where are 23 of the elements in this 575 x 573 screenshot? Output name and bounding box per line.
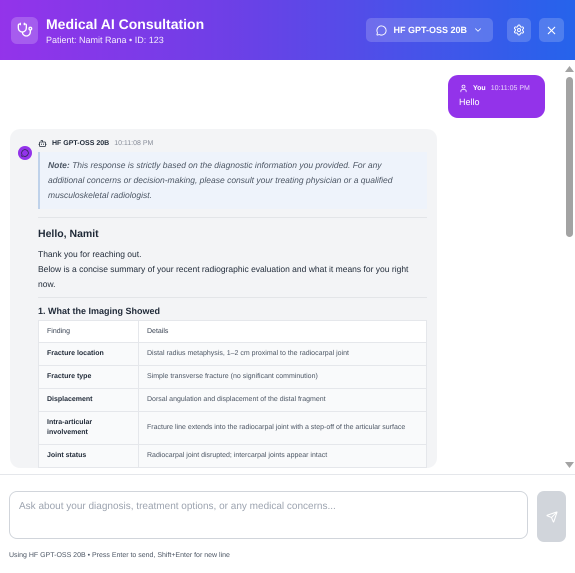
settings-icon <box>513 24 525 36</box>
scrollbar-thumb[interactable] <box>566 77 572 237</box>
message-text: Hello <box>459 97 481 107</box>
send-icon <box>546 510 558 522</box>
stethoscope-icon <box>11 16 38 44</box>
robot-icon <box>38 139 47 148</box>
model-selector[interactable]: HF GPT-OSS 20B <box>366 18 493 42</box>
settings-button[interactable] <box>507 18 531 42</box>
chat-avatar-icon <box>18 146 32 160</box>
message-paragraph: Thank you for reaching out. <box>38 248 142 261</box>
patient-info: Patient: Namit Rana • ID: 123 <box>46 34 165 44</box>
section-heading: 1. What the Imaging Showed <box>38 306 162 316</box>
message-input[interactable]: Ask about your diagnosis, treatment options, or any medical concerns... <box>9 491 528 539</box>
disclaimer-note: Note: This response is strictly based on the diagnostic information you provided. For any additional concerns or decision-making, please consult your treating physician or a qualified musculoskeletal radiologist. <box>38 152 427 209</box>
close-button[interactable] <box>539 18 564 42</box>
chat-bubble-icon <box>376 24 388 36</box>
scroll-up-icon[interactable] <box>564 66 574 72</box>
window-title: Medical AI Consultation <box>46 16 206 32</box>
scroll-down-icon[interactable] <box>564 462 574 468</box>
close-icon <box>545 24 558 36</box>
message-paragraph: Below is a concise summary of your recent radiographic evaluation and what it means for you right now. <box>38 263 410 291</box>
greeting-heading: Hello, Namit <box>38 228 100 240</box>
user-icon <box>459 84 468 93</box>
